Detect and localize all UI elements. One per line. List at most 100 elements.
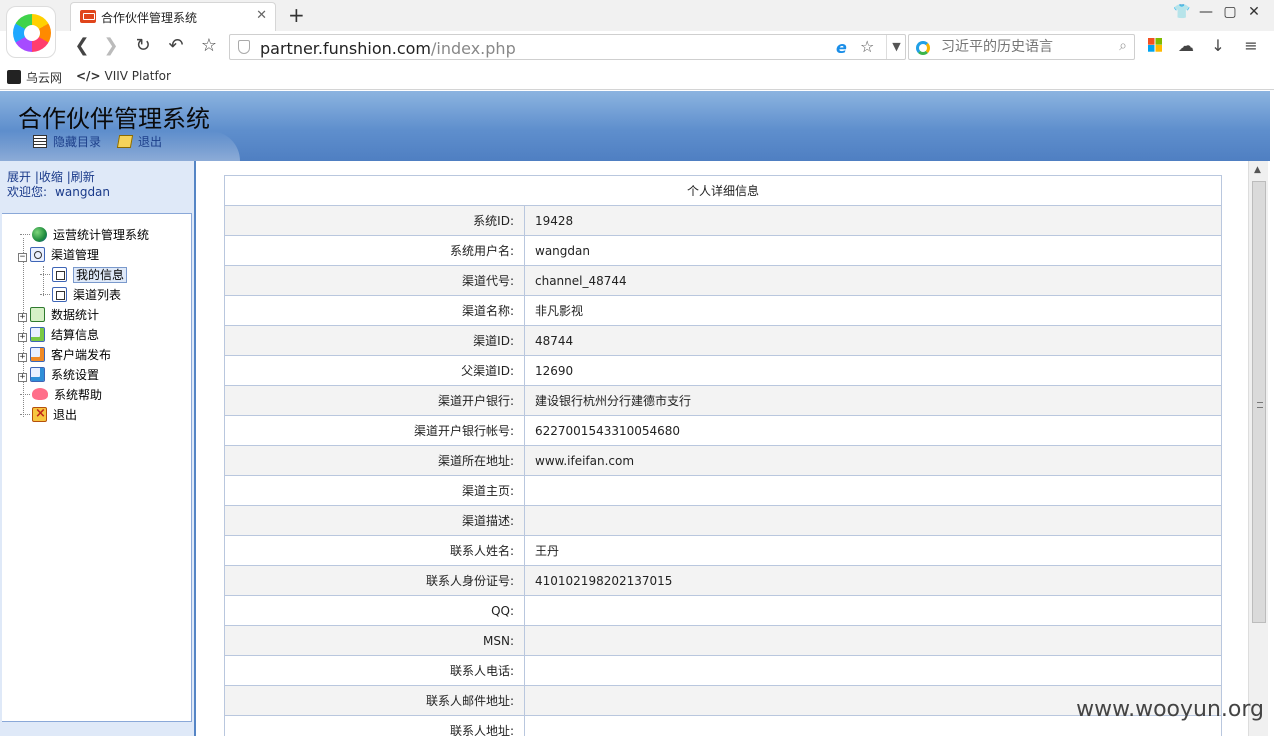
undo-icon[interactable]: ↶ [164,35,188,56]
settings-icon [30,367,45,382]
wooyun-icon [7,70,21,84]
tab-close-icon[interactable]: ✕ [256,8,267,23]
window-controls: 👕 — ▢ ✕ [1170,4,1266,20]
tree-item-ops-stats[interactable]: 运营统计管理系统 [20,226,149,244]
cloud-icon[interactable]: ☁ [1175,36,1197,55]
personal-detail-table: 个人详细信息 系统ID: 19428 系统用户名: wangdan 渠道代号: chann… [224,175,1222,736]
close-window-button[interactable]: ✕ [1242,4,1266,20]
field-value: wangdan [524,235,1222,266]
field-value: 19428 [524,205,1222,236]
maximize-button[interactable]: ▢ [1218,4,1242,20]
vertical-scrollbar[interactable]: ▲ [1248,161,1268,736]
skin-icon[interactable]: 👕 [1170,4,1194,20]
field-value [524,655,1222,686]
search-input[interactable] [939,38,1109,56]
expand-link[interactable]: 展开 [7,170,31,184]
bookmarks-bar: 乌云网 </> VIIV Platfor [0,64,1274,90]
table-row: 渠道ID: 48744 [224,325,1222,356]
tree-item-settlement[interactable]: + 结算信息 [18,326,99,344]
table-row: 联系人身份证号: 410102198202137015 [224,565,1222,596]
field-label: 渠道开户银行帐号: [224,415,525,446]
scroll-thumb[interactable] [1252,181,1266,623]
table-row: 渠道开户银行: 建设银行杭州分行建德市支行 [224,385,1222,416]
tree-item-channel-mgmt[interactable]: − 渠道管理 [18,246,99,264]
tree-item-data-stats[interactable]: + 数据统计 [18,306,99,324]
table-row: 渠道名称: 非凡影视 [224,295,1222,326]
table-row: 渠道描述: [224,505,1222,536]
new-tab-button[interactable]: + [288,3,305,27]
bookmark-star-icon[interactable]: ☆ [197,35,221,56]
doc-icon [52,267,67,282]
browser-tab[interactable]: 合作伙伴管理系统 ✕ [70,2,276,31]
field-label: 渠道名称: [224,295,525,326]
expand-toggle-icon[interactable]: + [18,313,27,322]
collapse-link[interactable]: 收缩 [39,170,63,184]
username: wangdan [55,185,111,199]
tree-item-help[interactable]: 系统帮助 [20,386,102,404]
pen-icon [116,135,134,148]
hide-menu-link[interactable]: 隐藏目录 [33,133,101,150]
tab-title: 合作伙伴管理系统 [101,11,198,25]
tree-item-client-release[interactable]: + 客户端发布 [18,346,111,364]
field-label: QQ: [224,595,525,626]
field-value: channel_48744 [524,265,1222,296]
app-header: 合作伙伴管理系统 隐藏目录 退出 [0,91,1270,161]
url-text[interactable]: partner.funshion.com/index.php [260,39,516,58]
back-icon[interactable]: ❮ [70,35,94,56]
table-row: 渠道主页: [224,475,1222,506]
field-label: MSN: [224,625,525,656]
header-logout-link[interactable]: 退出 [116,133,162,150]
apps-grid-icon[interactable] [1144,36,1166,56]
search-box[interactable]: ⌕ [908,34,1135,60]
browser-logo-icon[interactable] [6,6,56,58]
search-icon[interactable]: ⌕ [1119,38,1127,54]
minimize-button[interactable]: — [1194,4,1218,20]
code-icon: </> [76,69,101,83]
favorite-star-icon[interactable]: ☆ [860,37,874,56]
table-row: MSN: [224,625,1222,656]
scroll-up-icon[interactable]: ▲ [1254,165,1261,175]
main-content: 个人详细信息 系统ID: 19428 系统用户名: wangdan 渠道代号: chann… [196,161,1248,736]
tree-item-my-info[interactable]: 我的信息 [40,266,128,284]
field-value: 非凡影视 [524,295,1222,326]
field-value: 12690 [524,355,1222,386]
tree-item-settings[interactable]: + 系统设置 [18,366,99,384]
menu-icon[interactable]: ≡ [1240,36,1262,55]
exit-icon [32,405,47,423]
table-title: 个人详细信息 [224,175,1222,206]
ie-mode-icon[interactable]: e [836,38,847,57]
expand-toggle-icon[interactable]: + [18,333,27,342]
field-label: 联系人电话: [224,655,525,686]
url-dropdown-icon[interactable]: ▼ [886,35,906,59]
field-label: 渠道ID: [224,325,525,356]
forward-icon[interactable]: ❯ [99,35,123,56]
reload-icon[interactable]: ↻ [131,35,155,56]
download-icon[interactable]: ↓ [1207,36,1229,55]
field-label: 联系人邮件地址: [224,685,525,716]
address-bar[interactable]: partner.funshion.com/index.php e ☆ ▼ [229,34,906,60]
field-value: www.ifeifan.com [524,445,1222,476]
table-row: 渠道开户银行帐号: 6227001543310054680 [224,415,1222,446]
watermark-text: www.wooyun.org [1076,697,1264,722]
refresh-link[interactable]: 刷新 [71,170,95,184]
field-value: 6227001543310054680 [524,415,1222,446]
field-value: 48744 [524,325,1222,356]
bookmark-wooyun[interactable]: 乌云网 [7,69,62,86]
expand-toggle-icon[interactable]: + [18,353,27,362]
expand-toggle-icon[interactable]: + [18,373,27,382]
navigation-bar: ❮ ❯ ↻ ↶ ☆ partner.funshion.com/index.php… [0,31,1274,64]
bookmark-viiv[interactable]: </> VIIV Platfor [76,69,171,83]
collapse-toggle-icon[interactable]: − [18,253,27,262]
field-label: 联系人地址: [224,715,525,736]
page: 合作伙伴管理系统 隐藏目录 退出 展开 |收缩 |刷新 欢迎您: wangdan … [0,91,1274,736]
sidebar-controls: 展开 |收缩 |刷新 欢迎您: wangdan [7,170,111,199]
tree-item-channel-list[interactable]: 渠道列表 [40,286,121,304]
field-label: 渠道主页: [224,475,525,506]
table-row: 系统用户名: wangdan [224,235,1222,266]
table-row: 联系人地址: [224,715,1222,736]
field-label: 系统ID: [224,205,525,236]
tree-item-logout[interactable]: 退出 [20,405,77,424]
sidebar: 展开 |收缩 |刷新 欢迎您: wangdan 运营统计管理系统 − 渠道管理 我的… [0,161,196,736]
field-label: 系统用户名: [224,235,525,266]
table-row: QQ: [224,595,1222,626]
